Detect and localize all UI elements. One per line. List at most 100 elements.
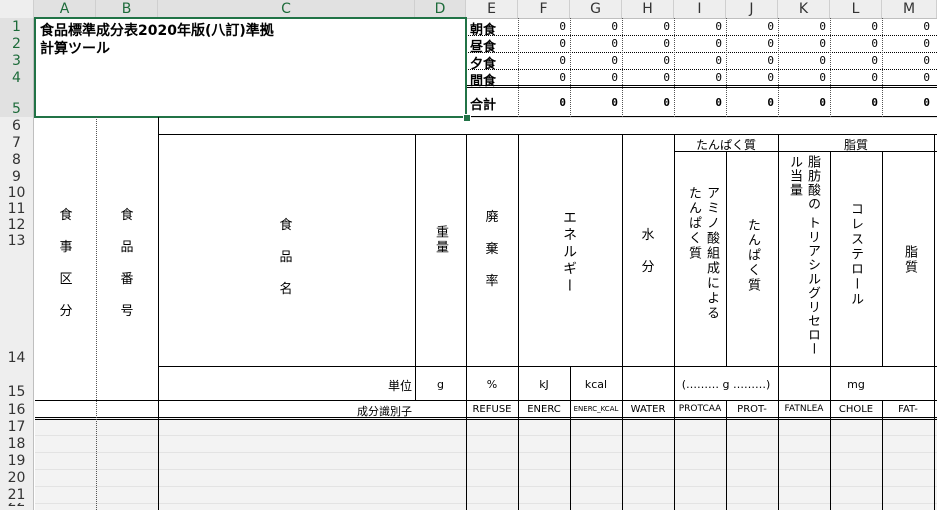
gridline: [35, 503, 937, 504]
row-header-12[interactable]: 12: [0, 217, 34, 233]
meal-value[interactable]: 0: [518, 96, 566, 109]
row-header-17[interactable]: 17: [0, 418, 34, 435]
meal-value[interactable]: 0: [778, 20, 826, 33]
meal-value[interactable]: 0: [882, 96, 930, 109]
select-all-corner[interactable]: [0, 0, 34, 18]
header-weight: 重量: [433, 225, 448, 255]
column-header-d[interactable]: D: [415, 0, 466, 18]
header-protein: たんぱく質: [745, 218, 760, 293]
meal-value[interactable]: 0: [674, 96, 722, 109]
header-lipid: 脂質: [902, 245, 917, 275]
row-header-14[interactable]: 14: [0, 249, 34, 366]
meal-value[interactable]: 0: [726, 71, 774, 84]
meal-value[interactable]: 0: [570, 96, 618, 109]
meal-value[interactable]: 0: [674, 20, 722, 33]
border-line: [518, 134, 519, 510]
column-header-g[interactable]: G: [570, 0, 622, 18]
row-header-18[interactable]: 18: [0, 435, 34, 452]
border-line: [466, 134, 467, 510]
code-enerc-kcal: ENERC_KCAL: [573, 405, 619, 413]
row-header-16[interactable]: 16: [0, 400, 34, 418]
fill-handle[interactable]: [463, 114, 471, 122]
row-header-3[interactable]: 3: [0, 52, 34, 69]
column-header-j[interactable]: J: [726, 0, 778, 18]
meal-value[interactable]: 0: [570, 37, 618, 50]
meal-value[interactable]: 0: [778, 54, 826, 67]
meal-value[interactable]: 0: [778, 37, 826, 50]
meal-value[interactable]: 0: [778, 71, 826, 84]
meal-value[interactable]: 0: [830, 37, 878, 50]
data-area[interactable]: [35, 418, 937, 510]
row-header-8[interactable]: 8: [0, 151, 34, 168]
meal-value[interactable]: 0: [726, 96, 774, 109]
meal-value[interactable]: 0: [726, 54, 774, 67]
row-header-7[interactable]: 7: [0, 134, 34, 151]
row-header-13[interactable]: 13: [0, 233, 34, 249]
meal-value[interactable]: 0: [518, 71, 566, 84]
column-header-h[interactable]: H: [622, 0, 674, 18]
meal-value[interactable]: 0: [622, 20, 670, 33]
meal-value[interactable]: 0: [778, 96, 826, 109]
meal-value[interactable]: 0: [830, 54, 878, 67]
meal-value[interactable]: 0: [674, 71, 722, 84]
row-header-11[interactable]: 11: [0, 201, 34, 217]
gridline: [35, 486, 937, 487]
row-header-5[interactable]: 5: [0, 86, 34, 117]
row-header-15[interactable]: 15: [0, 366, 34, 400]
meal-value[interactable]: 0: [518, 37, 566, 50]
code-refuse: REFUSE: [472, 404, 512, 415]
meal-value[interactable]: 0: [622, 37, 670, 50]
row-header-20[interactable]: 20: [0, 469, 34, 486]
meal-value[interactable]: 0: [674, 37, 722, 50]
row-header-4[interactable]: 4: [0, 69, 34, 86]
meal-value[interactable]: 0: [882, 54, 930, 67]
row-header-6[interactable]: 6: [0, 117, 34, 134]
column-header-m[interactable]: M: [882, 0, 937, 18]
row-header-10[interactable]: 10: [0, 185, 34, 201]
meal-value[interactable]: 0: [726, 37, 774, 50]
unit-protein: (……… g ………): [681, 378, 771, 391]
header-food-name: 食品名: [279, 218, 293, 297]
unit-chole: mg: [847, 378, 865, 391]
meal-value[interactable]: 0: [726, 20, 774, 33]
header-food-number: 食品番号: [120, 208, 134, 319]
border-line: [726, 151, 727, 366]
meal-value[interactable]: 0: [830, 71, 878, 84]
column-header-k[interactable]: K: [778, 0, 830, 18]
header-protein-amino: アミノ酸組成による たんぱく質: [686, 186, 719, 321]
border-line: [882, 400, 883, 510]
row-header-9[interactable]: 9: [0, 168, 34, 185]
header-meal-category: 食事区分: [59, 208, 73, 319]
meal-value[interactable]: 0: [882, 20, 930, 33]
meal-value[interactable]: 0: [622, 54, 670, 67]
row-header-19[interactable]: 19: [0, 452, 34, 469]
meal-value[interactable]: 0: [622, 71, 670, 84]
meal-value[interactable]: 0: [570, 20, 618, 33]
column-header-c[interactable]: C: [158, 0, 415, 18]
column-header-f[interactable]: F: [518, 0, 570, 18]
row-header-2[interactable]: 2: [0, 35, 34, 52]
row-header-21[interactable]: 21: [0, 486, 34, 503]
column-header-b[interactable]: B: [96, 0, 158, 18]
row-header-22[interactable]: 22: [0, 503, 34, 510]
code-fat: FAT-: [898, 404, 918, 415]
column-header-a[interactable]: A: [34, 0, 96, 18]
meal-value[interactable]: 0: [882, 71, 930, 84]
meal-value[interactable]: 0: [518, 54, 566, 67]
column-header-l[interactable]: L: [830, 0, 882, 18]
meal-value[interactable]: 0: [830, 96, 878, 109]
unit-label: 単位: [387, 379, 412, 393]
meal-value[interactable]: 0: [570, 54, 618, 67]
meal-value[interactable]: 0: [518, 20, 566, 33]
meal-value[interactable]: 0: [674, 54, 722, 67]
meal-label-total: 合計: [470, 98, 497, 113]
meal-value[interactable]: 0: [622, 96, 670, 109]
meal-value[interactable]: 0: [882, 37, 930, 50]
row-header-1[interactable]: 1: [0, 18, 34, 35]
column-header-i[interactable]: I: [674, 0, 726, 18]
column-header-e[interactable]: E: [466, 0, 518, 18]
meal-value[interactable]: 0: [830, 20, 878, 33]
border-line: [35, 419, 937, 420]
border-line: [415, 134, 416, 400]
meal-value[interactable]: 0: [570, 71, 618, 84]
